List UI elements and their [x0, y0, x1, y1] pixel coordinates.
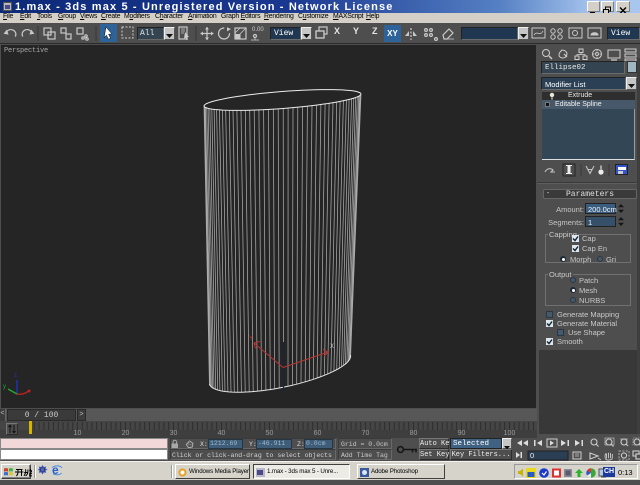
svg-text:X: X [330, 344, 334, 350]
svg-text:z: z [14, 373, 17, 379]
svg-text:y: y [3, 384, 6, 390]
svg-text:0.00: 0.00 [252, 27, 264, 33]
svg-text:Y: Y [249, 336, 253, 342]
svg-text:0: 0 [530, 451, 534, 460]
